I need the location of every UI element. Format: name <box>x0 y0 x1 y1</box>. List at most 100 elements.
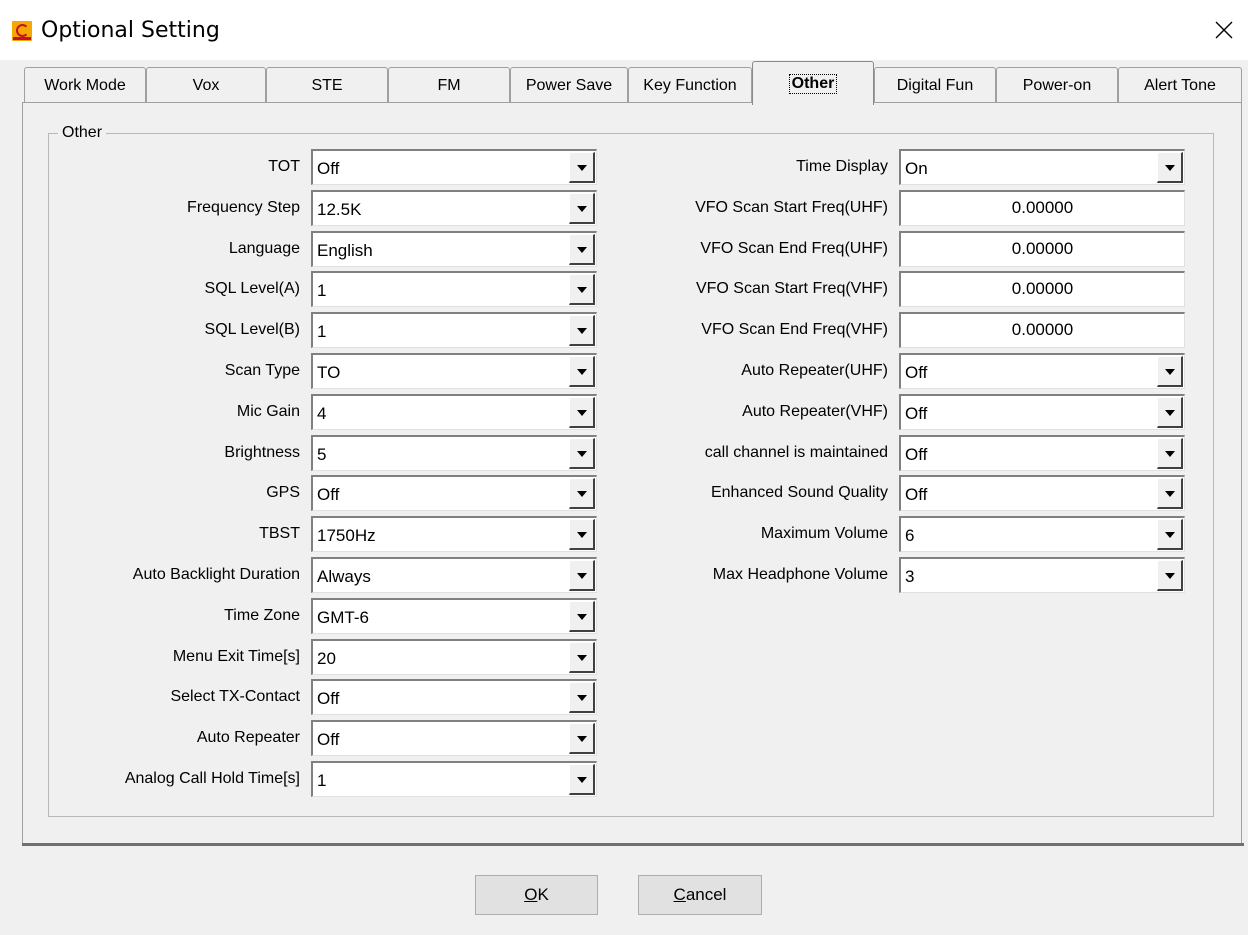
label-analog-call-hold-time-s: Analog Call Hold Time[s] <box>124 770 300 787</box>
cancel-button[interactable]: Cancel <box>638 875 762 915</box>
select-gps[interactable]: Off <box>311 475 597 511</box>
select-auto-repeater-uhf[interactable]: Off <box>899 353 1185 389</box>
select-value: TO <box>317 363 341 382</box>
select-auto-repeater-vhf[interactable]: Off <box>899 394 1185 430</box>
select-value: Off <box>905 445 928 464</box>
dropdown-arrow-icon[interactable] <box>569 519 595 550</box>
input-vfo-scan-end-freq-vhf[interactable]: 0.00000 <box>899 312 1185 348</box>
select-value: Off <box>317 689 340 708</box>
dropdown-arrow-icon[interactable] <box>1157 519 1183 550</box>
dropdown-arrow-icon[interactable] <box>1157 438 1183 469</box>
dropdown-arrow-icon[interactable] <box>569 438 595 469</box>
tab-key-function[interactable]: Key Function <box>628 67 752 103</box>
select-language[interactable]: English <box>311 231 597 267</box>
dropdown-arrow-icon[interactable] <box>569 152 595 183</box>
ok-button[interactable]: OK <box>475 875 598 915</box>
dropdown-arrow-icon[interactable] <box>569 682 595 713</box>
select-max-headphone-volume[interactable]: 3 <box>899 557 1185 593</box>
ok-label: K <box>537 885 549 904</box>
dropdown-arrow-icon[interactable] <box>569 723 595 754</box>
select-value: 6 <box>905 526 915 545</box>
select-value: Off <box>317 159 340 178</box>
dropdown-arrow-icon[interactable] <box>569 356 595 387</box>
label-sql-level-b: SQL Level(B) <box>204 321 300 338</box>
tab-label: Vox <box>192 76 220 94</box>
select-select-tx-contact[interactable]: Off <box>311 679 597 715</box>
select-value: 3 <box>905 567 915 586</box>
dropdown-arrow-icon[interactable] <box>569 642 595 673</box>
select-frequency-step[interactable]: 12.5K <box>311 190 597 226</box>
dropdown-arrow-icon[interactable] <box>569 193 595 224</box>
label-tbst: TBST <box>259 525 300 542</box>
select-call-channel-is-maintained[interactable]: Off <box>899 435 1185 471</box>
label-sql-level-a: SQL Level(A) <box>204 280 300 297</box>
dropdown-arrow-icon[interactable] <box>1157 478 1183 509</box>
dropdown-arrow-icon[interactable] <box>569 274 595 305</box>
select-auto-backlight-duration[interactable]: Always <box>311 557 597 593</box>
select-value: 1 <box>317 281 327 300</box>
select-value: Off <box>905 404 928 423</box>
dropdown-arrow-icon[interactable] <box>569 560 595 591</box>
dropdown-arrow-icon[interactable] <box>1157 560 1183 591</box>
tab-work-mode[interactable]: Work Mode <box>24 67 146 103</box>
label-enhanced-sound-quality: Enhanced Sound Quality <box>710 484 888 501</box>
select-sql-level-a[interactable]: 1 <box>311 271 597 307</box>
dropdown-arrow-icon[interactable] <box>569 315 595 346</box>
select-scan-type[interactable]: TO <box>311 353 597 389</box>
dropdown-arrow-icon[interactable] <box>569 234 595 265</box>
cancel-accelerator: C <box>673 885 686 904</box>
select-menu-exit-time-s[interactable]: 20 <box>311 639 597 675</box>
select-value: 1 <box>317 771 327 790</box>
select-mic-gain[interactable]: 4 <box>311 394 597 430</box>
dropdown-arrow-icon[interactable] <box>569 601 595 632</box>
tab-label: FM <box>437 76 461 94</box>
select-enhanced-sound-quality[interactable]: Off <box>899 475 1185 511</box>
close-button[interactable] <box>1200 10 1248 50</box>
label-scan-type: Scan Type <box>224 362 300 379</box>
app-logo-icon <box>12 21 32 41</box>
dropdown-arrow-icon[interactable] <box>1157 356 1183 387</box>
dropdown-arrow-icon[interactable] <box>569 764 595 795</box>
select-value: Off <box>905 485 928 504</box>
tab-ste[interactable]: STE <box>266 67 388 103</box>
tab-power-on[interactable]: Power-on <box>996 67 1118 103</box>
select-maximum-volume[interactable]: 6 <box>899 516 1185 552</box>
select-value: Off <box>317 485 340 504</box>
label-max-headphone-volume: Max Headphone Volume <box>712 566 888 583</box>
select-tot[interactable]: Off <box>311 149 597 185</box>
select-sql-level-b[interactable]: 1 <box>311 312 597 348</box>
select-value: Always <box>317 567 371 586</box>
select-value: GMT-6 <box>317 608 369 627</box>
dropdown-arrow-icon[interactable] <box>569 478 595 509</box>
ok-accelerator: O <box>524 885 538 904</box>
select-time-zone[interactable]: GMT-6 <box>311 598 597 634</box>
select-time-display[interactable]: On <box>899 149 1185 185</box>
tab-digital-fun[interactable]: Digital Fun <box>874 67 996 103</box>
title-bar: Optional Setting <box>0 0 1248 60</box>
select-value: 12.5K <box>317 200 362 219</box>
label-gps: GPS <box>266 484 300 501</box>
tab-panel-border <box>22 843 1244 846</box>
tab-label: Alert Tone <box>1144 76 1216 94</box>
input-vfo-scan-end-freq-uhf[interactable]: 0.00000 <box>899 231 1185 267</box>
select-auto-repeater[interactable]: Off <box>311 720 597 756</box>
dropdown-arrow-icon[interactable] <box>569 397 595 428</box>
tab-alert-tone[interactable]: Alert Tone <box>1118 67 1242 103</box>
input-vfo-scan-start-freq-vhf[interactable]: 0.00000 <box>899 271 1185 307</box>
window-title: Optional Setting <box>41 18 220 43</box>
tab-other[interactable]: Other <box>752 61 874 105</box>
tab-label: Digital Fun <box>896 76 974 94</box>
select-analog-call-hold-time-s[interactable]: 1 <box>311 761 597 797</box>
select-value: 1 <box>317 322 327 341</box>
input-vfo-scan-start-freq-uhf[interactable]: 0.00000 <box>899 190 1185 226</box>
tab-fm[interactable]: FM <box>388 67 510 103</box>
dropdown-arrow-icon[interactable] <box>1157 397 1183 428</box>
dropdown-arrow-icon[interactable] <box>1157 152 1183 183</box>
tab-power-save[interactable]: Power Save <box>510 67 628 103</box>
label-mic-gain: Mic Gain <box>236 403 300 420</box>
select-brightness[interactable]: 5 <box>311 435 597 471</box>
label-vfo-scan-end-freq-vhf: VFO Scan End Freq(VHF) <box>701 321 888 338</box>
select-value: 4 <box>317 404 327 423</box>
select-tbst[interactable]: 1750Hz <box>311 516 597 552</box>
tab-vox[interactable]: Vox <box>146 67 266 103</box>
